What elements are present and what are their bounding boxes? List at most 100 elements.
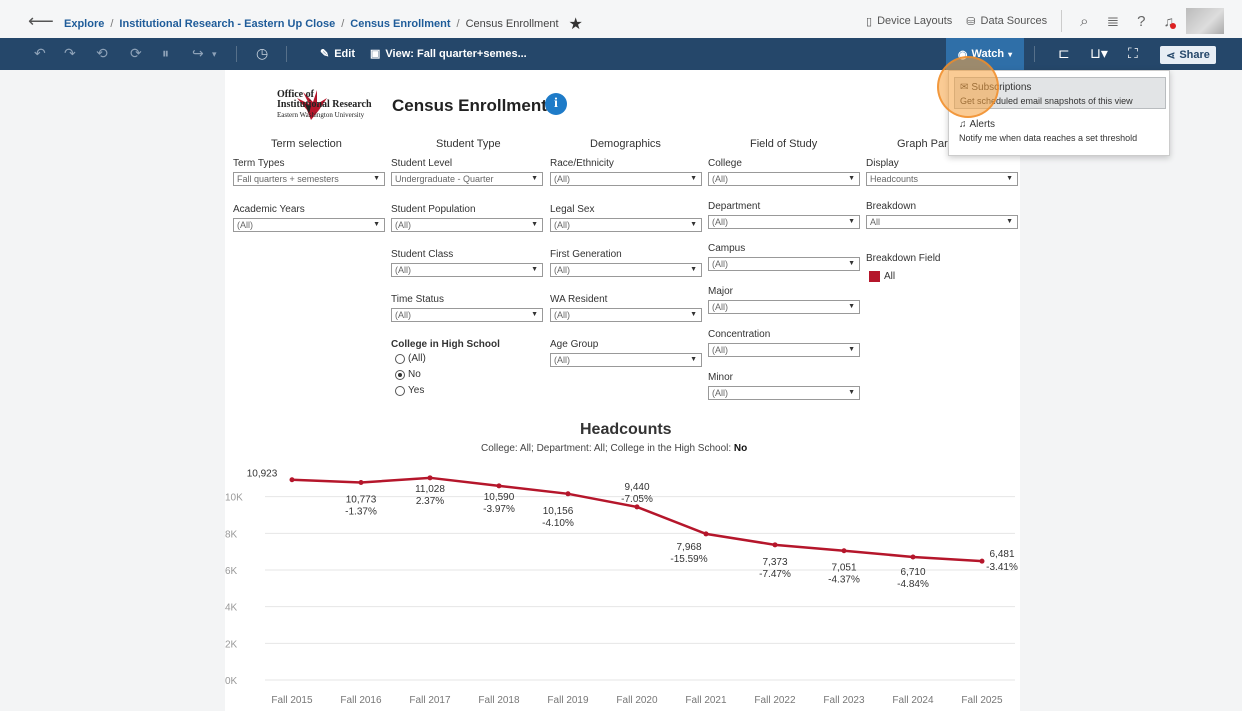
- fullscreen-icon[interactable]: ⛶: [1128, 45, 1138, 62]
- data-point: [427, 475, 433, 481]
- y-tick-label: 6K: [225, 566, 238, 577]
- age-group-dropdown[interactable]: (All) ▼: [550, 353, 702, 367]
- section-student-type: Student Type: [436, 138, 501, 150]
- chart-subtitle-bold: No: [733, 443, 748, 454]
- legend-swatch[interactable]: [869, 271, 880, 282]
- college-dropdown[interactable]: (All) ▼: [708, 172, 860, 186]
- undo-icon[interactable]: ↶: [34, 45, 46, 62]
- redo-icon[interactable]: ↷: [64, 45, 76, 62]
- refresh-icon[interactable]: ⟳: [130, 45, 142, 62]
- concentration-dropdown[interactable]: (All) ▼: [708, 343, 860, 357]
- display-value: Headcounts: [870, 174, 919, 184]
- edit-icon: ✎: [320, 48, 330, 60]
- y-tick-label: 8K: [225, 529, 238, 540]
- college-value: (All): [712, 174, 728, 184]
- breakdown-dropdown[interactable]: All ▼: [866, 215, 1018, 229]
- student-population-label: Student Population: [391, 204, 476, 215]
- custom-view-button[interactable]: ▣ View: Fall quarter+semes...: [370, 47, 527, 61]
- race-label: Race/Ethnicity: [550, 158, 614, 169]
- view-label: View: Fall quarter+semes...: [385, 47, 527, 60]
- data-change-label: 2.37%: [416, 496, 444, 507]
- college-hs-option-yes[interactable]: Yes: [395, 385, 424, 396]
- replay-icon[interactable]: ↪: [192, 45, 204, 62]
- student-level-dropdown[interactable]: Undergraduate - Quarter ▼: [391, 172, 543, 186]
- avatar[interactable]: [1186, 8, 1224, 34]
- breadcrumb-project[interactable]: Institutional Research - Eastern Up Clos…: [119, 18, 335, 30]
- download-icon[interactable]: ⊔▾: [1090, 45, 1108, 62]
- help-icon[interactable]: ?: [1137, 13, 1145, 30]
- share-button[interactable]: ⋖ Share: [1160, 46, 1216, 64]
- data-label: 10,773: [346, 494, 377, 505]
- favorite-star-icon[interactable]: ★: [569, 14, 583, 34]
- college-hs-label: College in High School: [391, 339, 500, 350]
- data-label: 7,051: [831, 563, 856, 574]
- display-label: Display: [866, 158, 899, 169]
- data-change-label: -4.10%: [542, 518, 574, 529]
- back-arrow-icon[interactable]: ⟵: [28, 11, 54, 32]
- chevron-down-icon: ▼: [531, 175, 538, 182]
- chevron-down-icon[interactable]: ▾: [212, 49, 217, 60]
- breadcrumb-explore[interactable]: Explore: [64, 18, 104, 30]
- x-tick-label: Fall 2024: [892, 695, 934, 706]
- term-types-dropdown[interactable]: Fall quarters + semesters ▼: [233, 172, 385, 186]
- data-sources-label: Data Sources: [980, 15, 1048, 27]
- chevron-down-icon: ▼: [690, 311, 697, 318]
- academic-years-label: Academic Years: [233, 204, 305, 215]
- data-sources-button[interactable]: ⛁ Data Sources: [966, 15, 1047, 28]
- radio-label: (All): [408, 353, 426, 364]
- campus-dropdown[interactable]: (All) ▼: [708, 257, 860, 271]
- chevron-down-icon: ▼: [373, 221, 380, 228]
- student-class-label: Student Class: [391, 249, 454, 260]
- academic-years-dropdown[interactable]: (All) ▼: [233, 218, 385, 232]
- notes-icon[interactable]: ≣: [1107, 12, 1120, 30]
- edit-button[interactable]: ✎ Edit: [320, 47, 355, 61]
- device-layouts-button[interactable]: ▯ Device Layouts: [866, 15, 952, 28]
- view-toolbar: ↶ ↷ ⟲ ⟳ ⏸ ↪ ▾ ◷ ✎ Edit ▣ View: Fall quar…: [0, 38, 1242, 70]
- student-class-dropdown[interactable]: (All) ▼: [391, 263, 543, 277]
- student-level-value: Undergraduate - Quarter: [395, 174, 494, 184]
- breadcrumb-workbook[interactable]: Census Enrollment: [350, 18, 450, 30]
- first-generation-dropdown[interactable]: (All) ▼: [550, 263, 702, 277]
- radio-selected-icon: [395, 369, 405, 380]
- major-label: Major: [708, 286, 734, 297]
- student-population-dropdown[interactable]: (All) ▼: [391, 218, 543, 232]
- department-dropdown[interactable]: (All) ▼: [708, 215, 860, 229]
- data-change-label: -7.05%: [621, 494, 653, 505]
- data-point: [565, 491, 571, 497]
- data-change-label: -7.47%: [759, 569, 791, 580]
- breadcrumb-current-view: Census Enrollment: [465, 18, 559, 30]
- minor-dropdown[interactable]: (All) ▼: [708, 386, 860, 400]
- display-dropdown[interactable]: Headcounts ▼: [866, 172, 1018, 186]
- section-field-of-study: Field of Study: [750, 138, 818, 150]
- wa-resident-dropdown[interactable]: (All) ▼: [550, 308, 702, 322]
- x-tick-label: Fall 2015: [271, 695, 313, 706]
- radio-label: No: [408, 369, 421, 380]
- radio-icon: [395, 385, 405, 396]
- alerts-title: ♫ Alerts: [959, 119, 995, 130]
- data-label: 7,968: [676, 542, 701, 553]
- comments-icon[interactable]: ⊏: [1058, 45, 1070, 62]
- age-group-label: Age Group: [550, 339, 599, 350]
- chevron-down-icon: ▼: [531, 221, 538, 228]
- revert-icon[interactable]: ⟲: [96, 45, 108, 62]
- logo-line-2: Institutional Research: [277, 99, 372, 110]
- college-hs-option-all[interactable]: (All): [395, 353, 426, 364]
- info-icon[interactable]: i: [545, 93, 567, 115]
- data-point: [979, 558, 985, 564]
- legal-sex-dropdown[interactable]: (All) ▼: [550, 218, 702, 232]
- alerts-menu-item[interactable]: ♫ Alerts Notify me when data reaches a se…: [954, 115, 1166, 147]
- search-icon[interactable]: ⌕: [1080, 13, 1088, 30]
- department-label: Department: [708, 201, 761, 212]
- time-status-dropdown[interactable]: (All) ▼: [391, 308, 543, 322]
- notifications-icon[interactable]: ♫: [1164, 13, 1176, 29]
- share-icon: ⋖: [1166, 49, 1176, 62]
- race-dropdown[interactable]: (All) ▼: [550, 172, 702, 186]
- breadcrumb-separator: /: [456, 18, 460, 30]
- major-dropdown[interactable]: (All) ▼: [708, 300, 860, 314]
- data-point: [772, 542, 778, 548]
- metrics-icon[interactable]: ◷: [256, 45, 268, 62]
- college-hs-option-no[interactable]: No: [395, 369, 421, 380]
- department-value: (All): [712, 217, 728, 227]
- pause-icon[interactable]: ⏸: [162, 45, 169, 62]
- divider: [1034, 46, 1035, 62]
